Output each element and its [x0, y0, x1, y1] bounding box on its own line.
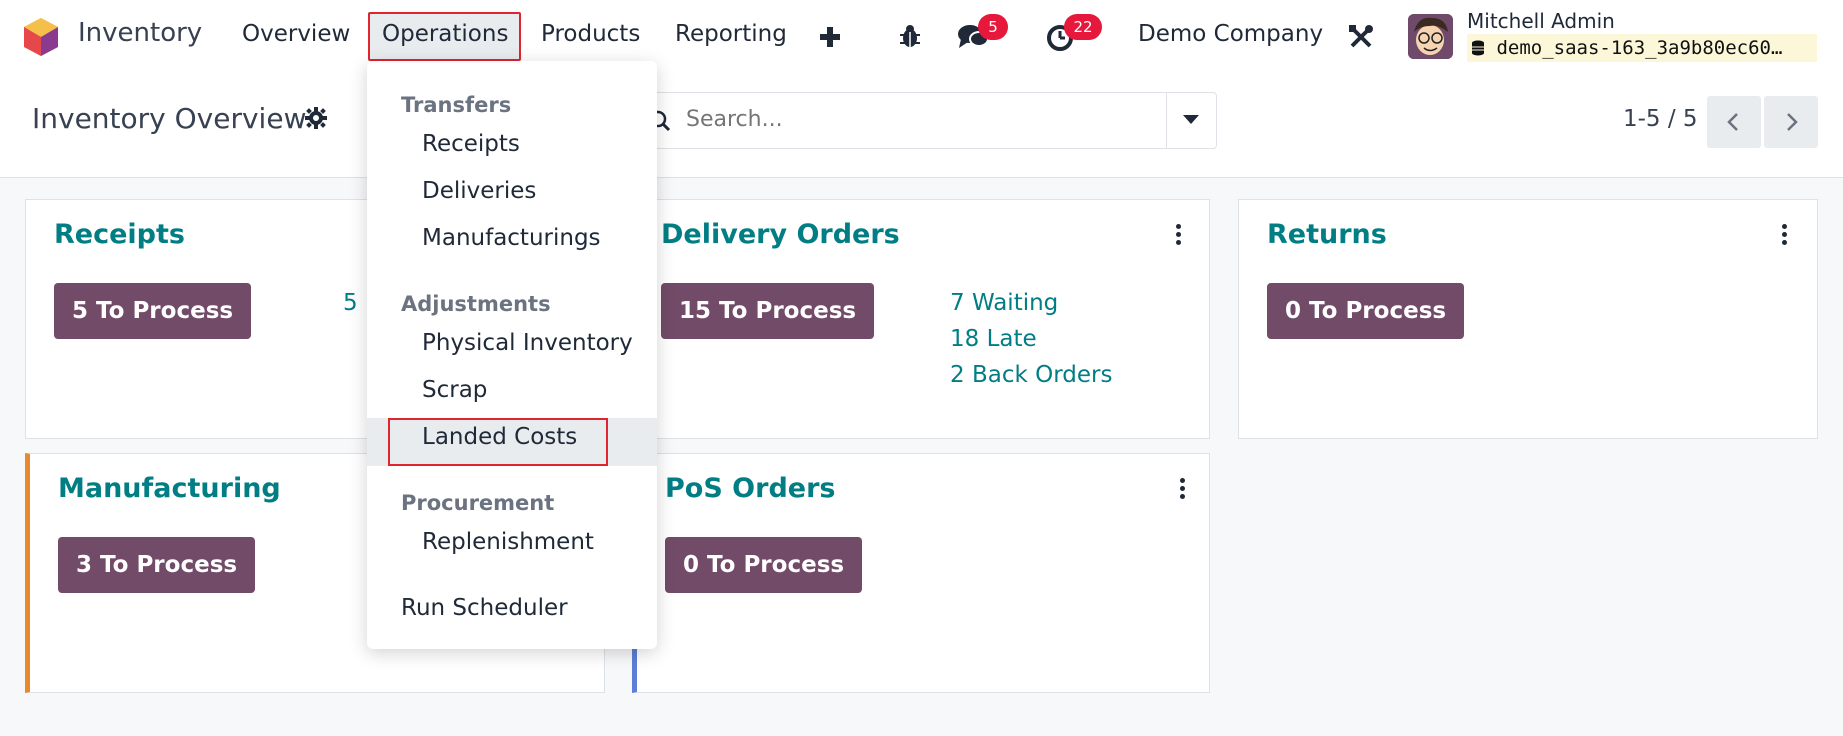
delivery-back-orders-link[interactable]: 2 Back Orders [950, 362, 1112, 388]
kebab-icon[interactable] [1779, 224, 1789, 248]
card-delivery-orders: Delivery Orders 15 To Process 7 Waiting … [632, 199, 1210, 439]
card-returns: Returns 0 To Process [1238, 199, 1818, 439]
tools-icon[interactable] [1348, 24, 1374, 50]
manufacturing-to-process-button[interactable]: 3 To Process [58, 537, 256, 593]
menu-operations[interactable]: Operations [382, 21, 508, 47]
search-bar [630, 92, 1217, 149]
database-label: demo_saas-163_3a9b80ec60… [1496, 37, 1783, 59]
kebab-icon[interactable] [1173, 224, 1183, 248]
menu-item-replenishment[interactable]: Replenishment [422, 529, 594, 555]
card-title[interactable]: Delivery Orders [661, 219, 900, 250]
kebab-icon[interactable] [1177, 478, 1187, 502]
page-title: Inventory Overview [32, 102, 307, 135]
returns-to-process-button[interactable]: 0 To Process [1267, 283, 1465, 339]
caret-down-icon [1183, 115, 1199, 124]
search-options-toggle[interactable] [1166, 93, 1216, 148]
menu-item-scrap[interactable]: Scrap [422, 377, 487, 403]
menu-item-manufacturings[interactable]: Manufacturings [422, 225, 601, 251]
menu-item-receipts[interactable]: Receipts [422, 131, 520, 157]
app-name[interactable]: Inventory [78, 18, 202, 48]
avatar[interactable] [1408, 14, 1453, 59]
pos-to-process-button[interactable]: 0 To Process [665, 537, 863, 593]
user-name[interactable]: Mitchell Admin [1467, 9, 1615, 33]
dropdown-header-transfers: Transfers [401, 93, 512, 117]
menu-item-physical-inventory[interactable]: Physical Inventory [422, 330, 633, 356]
menu-reporting[interactable]: Reporting [675, 21, 787, 47]
dropdown-header-procurement: Procurement [401, 491, 555, 515]
menu-item-landed-costs[interactable]: Landed Costs [422, 424, 577, 450]
pager-next-button[interactable] [1764, 96, 1818, 148]
card-title[interactable]: Returns [1267, 219, 1387, 250]
menu-item-deliveries[interactable]: Deliveries [422, 178, 536, 204]
bug-icon[interactable] [898, 23, 922, 49]
plus-icon[interactable] [818, 25, 842, 49]
company-switcher[interactable]: Demo Company [1138, 21, 1323, 47]
activities-badge: 22 [1064, 14, 1102, 40]
card-title[interactable]: Receipts [54, 219, 185, 250]
card-pos-orders: PoS Orders 0 To Process [632, 453, 1210, 693]
menu-products[interactable]: Products [541, 21, 640, 47]
receipts-to-process-button[interactable]: 5 To Process [54, 283, 252, 339]
menu-item-run-scheduler[interactable]: Run Scheduler [401, 595, 568, 621]
operations-dropdown-menu: Transfers Receipts Deliveries Manufactur… [367, 61, 657, 649]
control-panel: Inventory Overview 1-5 / 5 [0, 74, 1843, 178]
database-icon [1472, 40, 1484, 56]
delivery-late-link[interactable]: 18 Late [950, 326, 1037, 352]
avatar-image [1408, 14, 1453, 59]
pager-previous-button[interactable] [1707, 96, 1761, 148]
card-title[interactable]: Manufacturing [58, 473, 281, 504]
menu-overview[interactable]: Overview [242, 21, 350, 47]
database-name: demo_saas-163_3a9b80ec60… [1467, 34, 1817, 62]
gear-icon[interactable] [305, 107, 327, 129]
delivery-to-process-button[interactable]: 15 To Process [661, 283, 875, 339]
delivery-waiting-link[interactable]: 7 Waiting [950, 290, 1058, 316]
pager-value[interactable]: 1-5 / 5 [1623, 106, 1698, 132]
chevron-right-icon [1787, 113, 1798, 131]
card-title[interactable]: PoS Orders [665, 473, 835, 504]
messages-badge: 5 [978, 14, 1008, 40]
inventory-logo-icon[interactable] [22, 16, 60, 58]
search-input[interactable] [686, 107, 1136, 132]
chevron-left-icon [1727, 113, 1738, 131]
dropdown-header-adjustments: Adjustments [401, 292, 551, 316]
top-navbar: Inventory Overview Operations Products R… [0, 0, 1843, 74]
